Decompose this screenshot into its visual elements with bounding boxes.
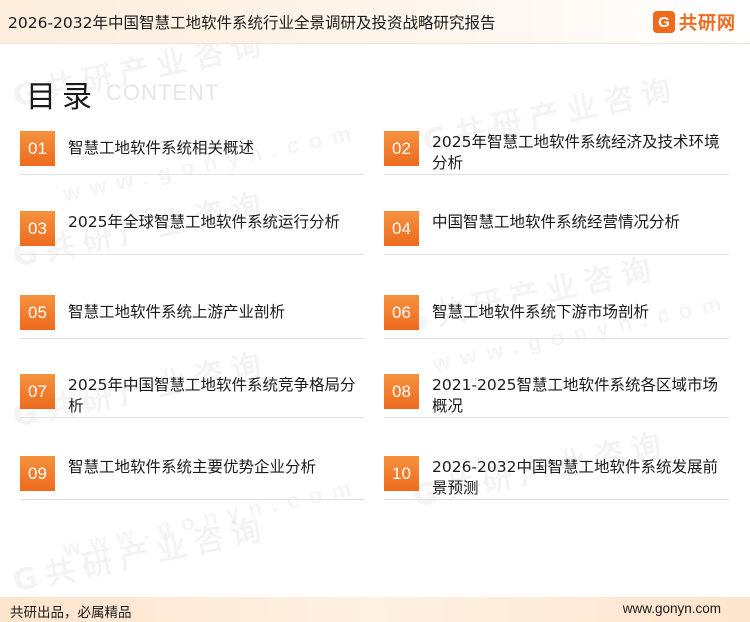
toc-item-title: 2021-2025智慧工地软件系统各区域市场概况 [432, 376, 718, 415]
toc-item-title: 智慧工地软件系统主要优势企业分析 [68, 458, 317, 476]
toc-heading: 目录 [26, 80, 98, 115]
toc-item-06[interactable]: 06 智慧工地软件系统下游市场剖析 [384, 295, 729, 339]
toc-number-badge: 01 [20, 131, 55, 166]
toc-number-badge: 05 [20, 295, 55, 330]
brand-name: 共研网 [679, 13, 736, 34]
toc-number-badge: 09 [20, 456, 55, 491]
toc-subheading: CONTENT [106, 80, 220, 105]
brand-logo[interactable]: G 共研网 [653, 9, 736, 35]
toc-number-badge: 10 [384, 456, 419, 491]
footer-url-link[interactable]: www.gonyn.com [623, 601, 721, 616]
toc-item-title: 智慧工地软件系统下游市场剖析 [432, 303, 650, 321]
toc-number-badge: 02 [384, 131, 419, 166]
toc-item-08[interactable]: 08 2021-2025智慧工地软件系统各区域市场概况 [384, 374, 729, 418]
toc-item-title: 智慧工地软件系统上游产业剖析 [68, 303, 286, 321]
footer-slogan: 共研出品，必属精品 [10, 605, 132, 621]
report-title: 2026-2032年中国智慧工地软件系统行业全景调研及投资战略研究报告 [8, 14, 496, 32]
brand-logo-icon: G [653, 11, 675, 33]
toc-item-10[interactable]: 10 2026-2032中国智慧工地软件系统发展前景预测 [384, 456, 729, 500]
toc-item-07[interactable]: 07 2025年中国智慧工地软件系统竞争格局分析 [20, 374, 365, 418]
toc-number-badge: 08 [384, 374, 419, 409]
toc-item-03[interactable]: 03 2025年全球智慧工地软件系统运行分析 [20, 211, 365, 255]
toc-number-badge: 06 [384, 295, 419, 330]
toc-item-title: 2025年全球智慧工地软件系统运行分析 [68, 213, 340, 231]
toc-item-01[interactable]: 01 智慧工地软件系统相关概述 [20, 131, 365, 175]
toc-number-badge: 03 [20, 211, 55, 246]
toc-item-title: 2025年中国智慧工地软件系统竞争格局分析 [68, 376, 356, 415]
footer-bar: 共研出品，必属精品 www.gonyn.com [0, 597, 750, 622]
toc-item-title: 智慧工地软件系统相关概述 [68, 139, 255, 157]
toc-number-badge: 04 [384, 211, 419, 246]
toc-item-title: 2025年智慧工地软件系统经济及技术环境分析 [432, 133, 720, 172]
toc-item-title: 2026-2032中国智慧工地软件系统发展前景预测 [432, 458, 718, 497]
toc-item-title: 中国智慧工地软件系统经营情况分析 [432, 213, 681, 231]
toc-number-badge: 07 [20, 374, 55, 409]
toc-item-05[interactable]: 05 智慧工地软件系统上游产业剖析 [20, 295, 365, 339]
toc-item-04[interactable]: 04 中国智慧工地软件系统经营情况分析 [384, 211, 729, 255]
header-bar: 2026-2032年中国智慧工地软件系统行业全景调研及投资战略研究报告 G 共研… [0, 0, 750, 44]
toc-item-09[interactable]: 09 智慧工地软件系统主要优势企业分析 [20, 456, 365, 500]
toc-item-02[interactable]: 02 2025年智慧工地软件系统经济及技术环境分析 [384, 131, 729, 175]
